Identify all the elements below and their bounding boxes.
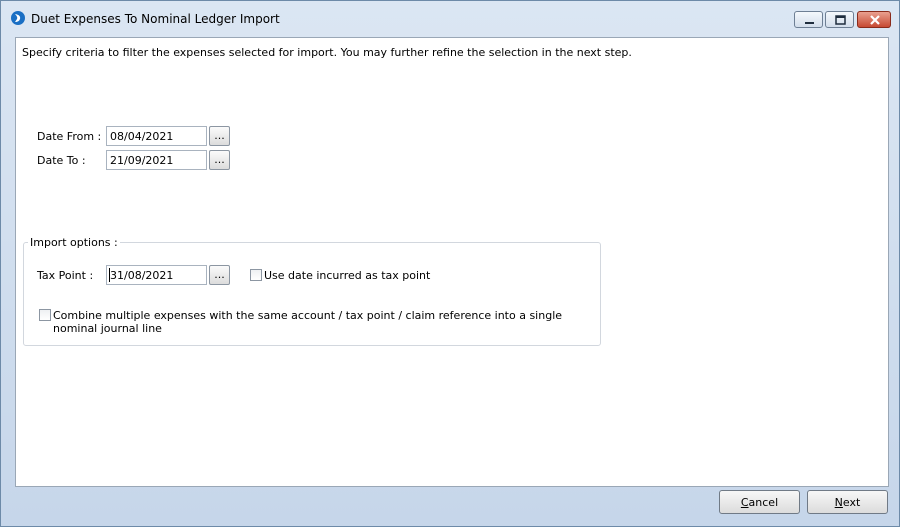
date-from-input[interactable] <box>106 126 207 146</box>
minimize-button[interactable] <box>794 11 823 28</box>
import-options-group: Import options : Tax Point : ... Use dat… <box>23 236 601 346</box>
close-button[interactable] <box>857 11 891 28</box>
date-from-picker-button[interactable]: ... <box>209 126 230 146</box>
next-button[interactable]: Next <box>807 490 888 514</box>
close-icon <box>870 15 880 25</box>
date-to-input[interactable] <box>106 150 207 170</box>
tax-point-picker-button[interactable]: ... <box>209 265 230 285</box>
tax-point-label: Tax Point : <box>37 269 94 282</box>
use-date-incurred-label[interactable]: Use date incurred as tax point <box>264 269 430 282</box>
next-button-label: ext <box>842 495 861 509</box>
date-to-picker-button[interactable]: ... <box>209 150 230 170</box>
next-button-mnemonic: N <box>834 495 843 509</box>
date-from-label: Date From : <box>37 130 102 143</box>
main-panel: Specify criteria to filter the expenses … <box>15 37 889 487</box>
tax-point-input[interactable] <box>106 265 207 285</box>
cancel-button-mnemonic: C <box>740 495 749 509</box>
text-cursor <box>109 268 110 282</box>
use-date-incurred-checkbox[interactable] <box>250 269 262 281</box>
app-logo-icon <box>11 11 25 25</box>
combine-expenses-checkbox[interactable] <box>39 309 51 321</box>
minimize-icon <box>805 22 814 24</box>
cancel-button[interactable]: Cancel <box>719 490 800 514</box>
import-options-title: Import options : <box>28 236 120 249</box>
title-bar: Duet Expenses To Nominal Ledger Import <box>1 1 899 35</box>
dialog-window: Duet Expenses To Nominal Ledger Import S… <box>0 0 900 527</box>
cancel-button-label: ancel <box>748 495 779 509</box>
maximize-button[interactable] <box>825 11 854 28</box>
combine-expenses-label[interactable]: Combine multiple expenses with the same … <box>53 309 600 335</box>
date-to-label: Date To : <box>37 154 86 167</box>
maximize-icon <box>835 15 846 25</box>
window-title: Duet Expenses To Nominal Ledger Import <box>31 12 280 26</box>
instructions-text: Specify criteria to filter the expenses … <box>22 46 632 59</box>
